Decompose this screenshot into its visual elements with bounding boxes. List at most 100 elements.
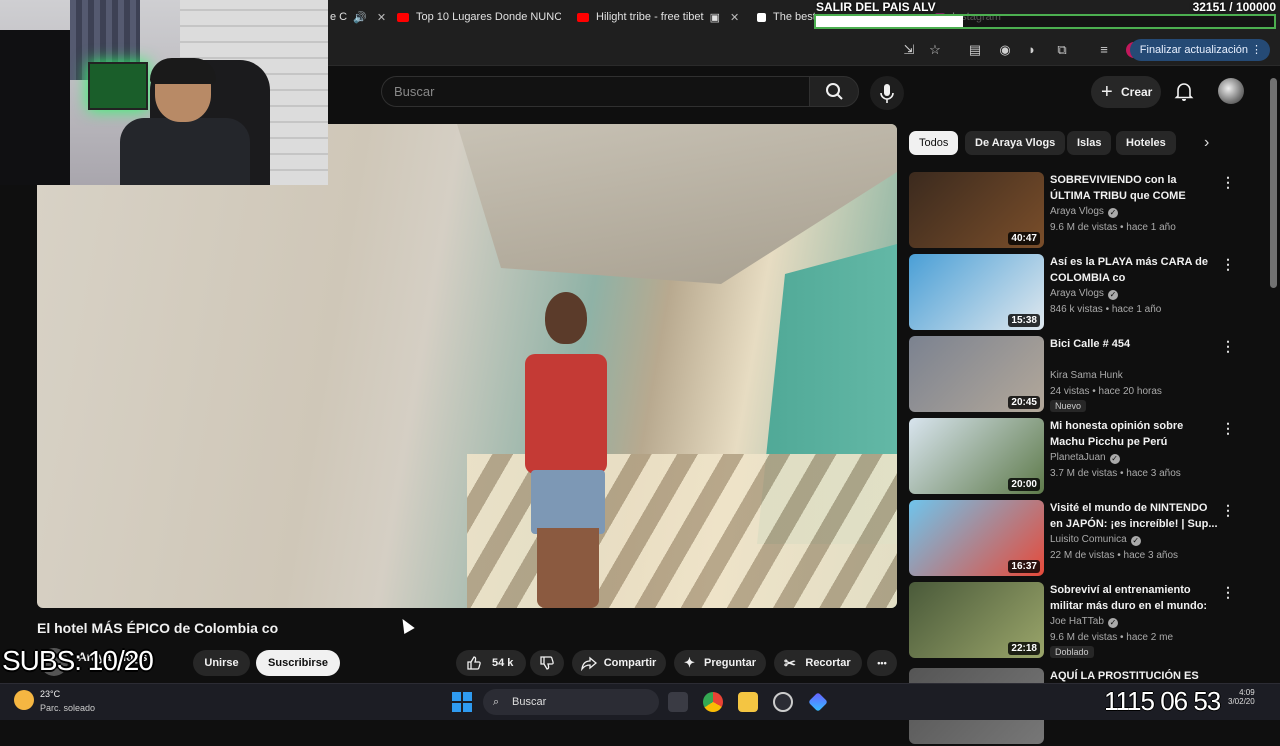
browser-tab-3[interactable]: Hilight tribe - free tibet ▣ ✕ (577, 6, 741, 28)
recommendation-title[interactable]: AQUÍ LA PROSTITUCIÓN ES (1050, 668, 1218, 684)
browser-tab-4[interactable]: The best (757, 6, 817, 28)
chip-todos[interactable]: Todos (909, 131, 959, 155)
more-options-icon[interactable]: ⋮ (1221, 338, 1235, 355)
more-options-icon[interactable]: ⋮ (1221, 420, 1235, 437)
clip-button[interactable]: ✂ Recortar (774, 650, 862, 676)
dislike-button[interactable] (530, 650, 564, 676)
recommendation-item[interactable]: 22:18 Sobreviví al entrenamiento militar … (909, 582, 1269, 660)
recommendation-item[interactable]: 20:45 Bici Calle # 454 Kira Sama Hunk 24 vi… (909, 336, 1269, 414)
video-frame-person (507, 292, 627, 608)
recommendation-title[interactable]: Mi honesta opinión sobre Machu Picchu pe… (1050, 418, 1218, 450)
chip-araya-vlogs[interactable]: De Araya Vlogs (965, 131, 1066, 155)
task-view-icon[interactable] (668, 692, 688, 712)
cast-icon: ▣ (709, 11, 721, 24)
video-thumbnail[interactable]: 15:38 (909, 254, 1044, 330)
chip-islas[interactable]: Islas (1067, 131, 1112, 155)
recommendation-item[interactable]: 15:38 Así es la PLAYA más CARA de COLOMBI… (909, 254, 1269, 332)
recommendation-item[interactable]: 16:37 Visité el mundo de NINTENDO en JAPÓ… (909, 500, 1269, 578)
recommendation-item[interactable]: 20:00 Mi honesta opinión sobre Machu Picc… (909, 418, 1269, 496)
recommendation-channel[interactable]: Araya Vlogs ✓ (1050, 288, 1118, 300)
goal-progress-bar (814, 14, 1276, 29)
recommendation-meta: 9.6 M de vistas • hace 2 me (1050, 632, 1174, 643)
windows-taskbar: 23°C Parc. soleado ⌕ Buscar 1115 06 53 4… (0, 683, 1280, 720)
bookmark-star-icon[interactable]: ☆ (927, 42, 943, 58)
recommendation-meta: 9.6 M de vistas • hace 1 año (1050, 222, 1176, 233)
recommendation-meta: 3.7 M de vistas • hace 3 años (1050, 468, 1181, 479)
recommendation-title[interactable]: Sobreviví al entrenamiento militar más d… (1050, 582, 1218, 614)
recommendation-channel[interactable]: Joe HaTTab ✓ (1050, 616, 1118, 628)
update-browser-button[interactable]: Finalizar actualización ⋮ (1129, 39, 1270, 61)
puzzle-icon[interactable]: ⧉ (1054, 42, 1070, 58)
create-button[interactable]: + Crear (1091, 76, 1161, 108)
chrome-icon[interactable] (703, 692, 723, 712)
ask-button[interactable]: ✦ Preguntar (674, 650, 766, 676)
subscribe-button[interactable]: Suscribirse (256, 650, 340, 676)
recommendation-channel[interactable]: Kira Sama Hunk (1050, 370, 1123, 381)
scrollbar[interactable] (1270, 70, 1278, 680)
voice-search-button[interactable] (870, 76, 904, 110)
weather-sun-icon[interactable] (14, 690, 34, 710)
like-button[interactable]: 54 k (456, 650, 526, 676)
tab-close-icon[interactable]: ✕ (377, 11, 386, 24)
video-thumbnail[interactable]: 20:45 (909, 336, 1044, 412)
verified-check-icon: ✓ (1107, 290, 1118, 300)
recommendation-channel[interactable]: Luisito Comunica ✓ (1050, 534, 1141, 546)
verified-check-icon: ✓ (1107, 618, 1118, 628)
search-input[interactable]: Buscar (381, 76, 809, 107)
app-icon[interactable] (808, 692, 828, 712)
more-actions-button[interactable]: ••• (867, 650, 897, 676)
ask-label: Preguntar (704, 657, 756, 669)
browser-tab-2[interactable]: Top 10 Lugares Donde NUNC ✕ (397, 6, 561, 28)
join-button[interactable]: Unirse (193, 650, 250, 676)
recommendation-channel[interactable]: Araya Vlogs ✓ (1050, 206, 1118, 218)
file-explorer-icon[interactable] (738, 692, 758, 712)
recommendation-meta: 24 vistas • hace 20 horas (1050, 386, 1162, 397)
goal-title: SALIR DEL PAIS ALV (816, 0, 936, 14)
duration-badge: 20:00 (1008, 478, 1040, 491)
chip-hoteles[interactable]: Hoteles (1116, 131, 1176, 155)
account-avatar[interactable] (1218, 78, 1244, 104)
recommendation-title[interactable]: Bici Calle # 454 (1050, 336, 1218, 352)
recommendation-item[interactable]: 40:47 SOBREVIVIENDO con la ÚLTIMA TRIBU q… (909, 172, 1269, 250)
obs-icon[interactable] (773, 692, 793, 712)
video-player[interactable] (37, 124, 897, 608)
streamer-webcam (0, 0, 328, 185)
more-options-icon[interactable]: ⋮ (1221, 502, 1235, 519)
video-thumbnail[interactable]: 22:18 (909, 582, 1044, 658)
system-clock[interactable]: 4:09 3/02/20 (1228, 688, 1255, 706)
share-button[interactable]: Compartir (572, 650, 666, 676)
recommendation-channel[interactable]: PlanetaJuan ✓ (1050, 452, 1120, 464)
search-button[interactable] (809, 76, 859, 107)
recommendation-meta: 22 M de vistas • hace 3 años (1050, 550, 1179, 561)
video-title: El hotel MÁS ÉPICO de Colombia co (37, 620, 279, 636)
channel-label: Araya Vlogs (1050, 288, 1104, 299)
tab-close-icon[interactable]: ✕ (730, 11, 739, 24)
video-thumbnail[interactable]: 20:00 (909, 418, 1044, 494)
menu-dots-icon: ⋮ (1251, 44, 1262, 56)
scroll-thumb[interactable] (1270, 78, 1277, 288)
install-app-icon[interactable]: ⇲ (901, 42, 917, 58)
extension-icon[interactable]: ▤ (967, 42, 983, 58)
update-label: Finalizar actualización (1139, 44, 1248, 56)
extension-icon[interactable]: ◉ (997, 42, 1013, 58)
taskbar-search-input[interactable]: ⌕ Buscar (483, 689, 659, 715)
video-thumbnail[interactable]: 16:37 (909, 500, 1044, 576)
recommendation-title[interactable]: Así es la PLAYA más CARA de COLOMBIA co (1050, 254, 1218, 286)
verified-check-icon: ✓ (1107, 208, 1118, 218)
speaker-icon: 🔊 (353, 11, 367, 24)
more-options-icon[interactable]: ⋮ (1221, 584, 1235, 601)
video-thumbnail[interactable]: 40:47 (909, 172, 1044, 248)
extension-icon[interactable]: ◗ (1024, 42, 1040, 58)
chevron-right-icon[interactable]: › (1204, 134, 1209, 152)
recommendation-title[interactable]: SOBREVIVIENDO con la ÚLTIMA TRIBU que CO… (1050, 172, 1218, 204)
browser-tab-1[interactable]: e C 🔊 ✕ (330, 6, 390, 28)
windows-start-icon[interactable] (452, 692, 472, 712)
notifications-bell-icon[interactable] (1172, 79, 1196, 103)
recommendation-title[interactable]: Visité el mundo de NINTENDO en JAPÓN: ¡e… (1050, 500, 1218, 532)
like-count: 54 k (492, 657, 514, 669)
more-options-icon[interactable]: ⋮ (1221, 174, 1235, 191)
media-control-icon[interactable]: ≡ (1096, 42, 1112, 58)
verified-check-icon: ✓ (1130, 536, 1141, 546)
more-options-icon[interactable]: ⋮ (1221, 256, 1235, 273)
recommendation-badge: Doblado (1050, 646, 1094, 658)
